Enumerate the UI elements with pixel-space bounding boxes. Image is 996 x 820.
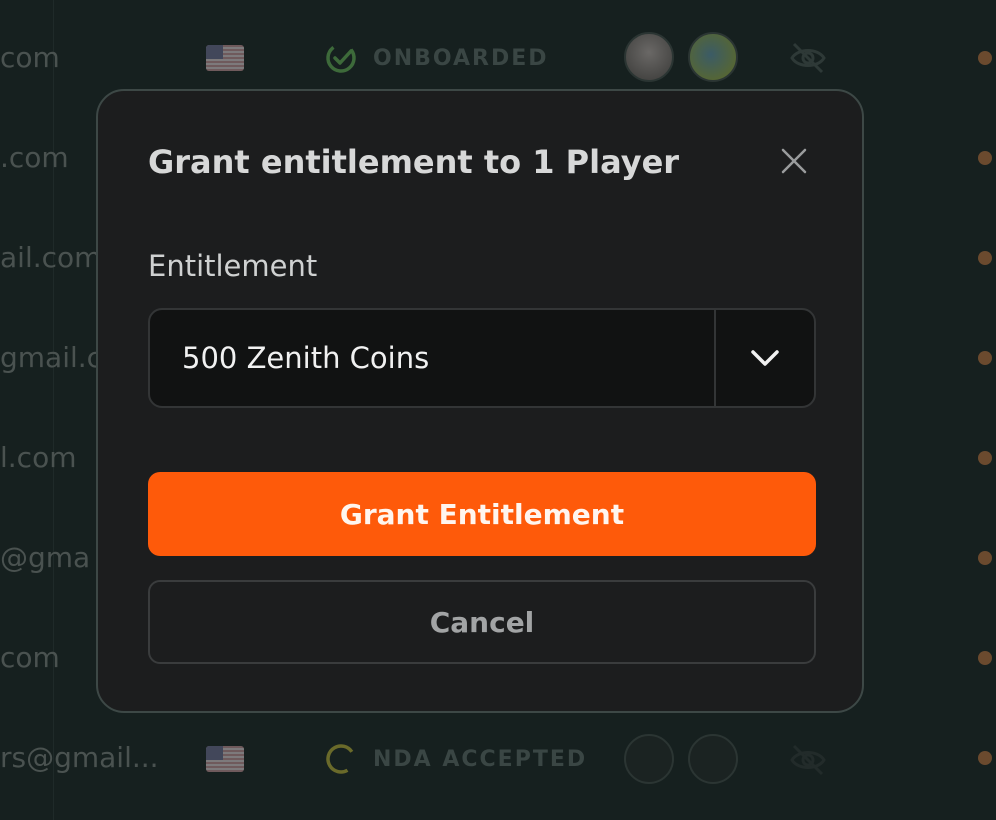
check-circle-icon <box>326 43 356 73</box>
entitlement-label: Entitlement <box>148 249 318 283</box>
status-dot <box>978 51 992 65</box>
email-cell: com <box>0 41 60 74</box>
email-cell: @gma <box>0 541 91 574</box>
avatar <box>624 734 674 784</box>
progress-circle-icon <box>326 744 356 774</box>
us-flag-icon <box>206 746 244 772</box>
entitlement-select[interactable]: 500 Zenith Coins <box>148 308 816 408</box>
status-dot <box>978 251 992 265</box>
dialog-title: Grant entitlement to 1 Player <box>148 143 680 181</box>
avatar <box>688 32 738 82</box>
status-label: NDA ACCEPTED <box>373 746 588 772</box>
email-cell: l.com <box>0 441 77 474</box>
email-cell: .com <box>0 141 69 174</box>
status-dot <box>978 351 992 365</box>
status-onboarded: ONBOARDED <box>325 42 549 74</box>
status-label: ONBOARDED <box>373 45 549 71</box>
chevron-down-icon <box>751 350 779 366</box>
grant-entitlement-button[interactable]: Grant Entitlement <box>148 472 816 556</box>
email-cell: ail.com <box>0 241 102 274</box>
status-dot <box>978 551 992 565</box>
dropdown-toggle[interactable] <box>714 310 814 406</box>
selected-value: 500 Zenith Coins <box>182 341 430 375</box>
us-flag-icon <box>206 45 244 71</box>
avatar <box>624 32 674 82</box>
eye-off-icon <box>790 42 826 74</box>
close-button[interactable] <box>776 143 812 179</box>
email-cell: rs@gmail... <box>0 741 159 774</box>
eye-off-icon <box>790 744 826 776</box>
cancel-button[interactable]: Cancel <box>148 580 816 664</box>
grant-entitlement-dialog: Grant entitlement to 1 Player Entitlemen… <box>96 89 864 713</box>
avatar <box>688 734 738 784</box>
status-dot <box>978 751 992 765</box>
status-dot <box>978 451 992 465</box>
email-cell: com <box>0 641 60 674</box>
status-dot <box>978 151 992 165</box>
status-dot <box>978 651 992 665</box>
status-nda: NDA ACCEPTED <box>325 743 587 775</box>
close-icon <box>781 148 807 174</box>
